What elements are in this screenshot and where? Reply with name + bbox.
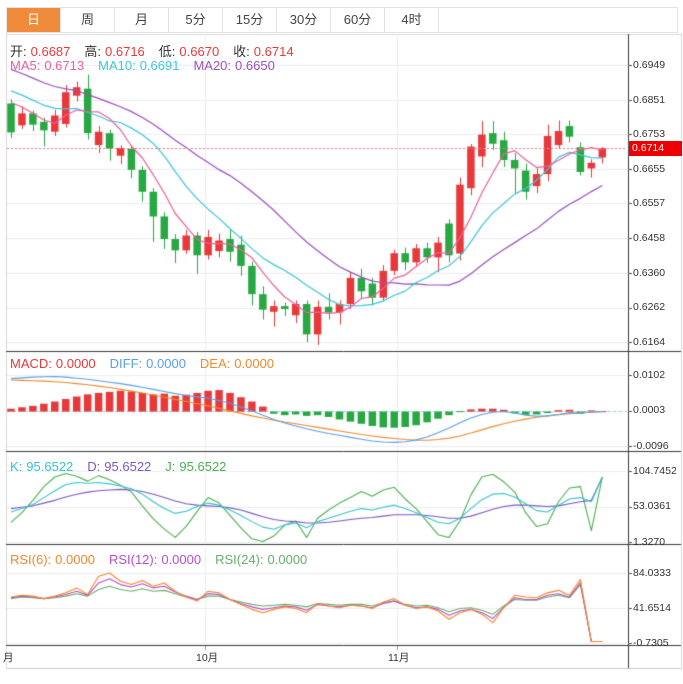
macd-label: MACD: [10,356,52,371]
low-label: 低: [158,44,176,59]
x-axis-label-nov: 11月 [388,652,410,664]
rsi-axis-tick: -0.7305 [633,637,669,649]
rsi12-label: RSI(12): [108,552,158,567]
high-value: 0.6716 [105,44,145,59]
tab-month[interactable]: 月 [115,8,169,32]
kdj-axis-tick: 53.0361 [633,500,671,512]
rsi6-value: 0.0000 [55,552,95,567]
candlestick-chart-canvas[interactable] [0,0,683,684]
tab-4hour[interactable]: 4时 [385,8,439,32]
macd-value: 0.0000 [55,356,96,371]
tab-30min[interactable]: 30分 [277,8,331,32]
price-axis-tick: 0.6164 [633,336,666,348]
close-value: 0.6714 [253,44,294,59]
current-price-tag: 0.6714 [629,141,682,156]
diff-label: DIFF: [109,356,143,371]
ma5-label: MA5: [10,58,41,73]
rsi12-value: 0.0000 [161,552,202,567]
open-label: 开: [10,44,27,59]
open-value: 0.6687 [30,44,71,59]
rsi24-label: RSI(24): [215,552,264,567]
kdj-axis-tick: 104.7452 [633,465,677,477]
tab-60min[interactable]: 60分 [331,8,385,32]
tab-5min[interactable]: 5分 [169,8,223,32]
ma-readout: MA5: 0.6713 MA10: 0.6691 MA20: 0.6650 [10,58,279,73]
price-axis-tick: 0.6851 [633,94,666,106]
rsi6-label: RSI(6): [10,552,52,567]
price-axis-tick: 0.6458 [633,232,666,244]
period-tabbar: 日 周 月 5分 15分 30分 60分 4时 [6,7,678,33]
ma5-value: 0.6713 [44,58,85,73]
dea-label: DEA: [199,356,231,371]
rsi-axis-tick: 84.0333 [633,567,671,579]
price-axis-tick: 0.6655 [633,163,666,175]
rsi-readout: RSI(6): 0.0000 RSI(12): 0.0000 RSI(24): 0.000… [10,552,311,567]
price-axis-tick: 0.6262 [633,301,666,313]
macd-readout: MACD: 0.0000 DIFF: 0.0000 DEA: 0.0000 [10,356,278,371]
tab-week[interactable]: 周 [61,8,115,32]
diff-value: 0.0000 [146,356,186,371]
price-axis-tick: 0.6360 [633,267,666,279]
d-value: 95.6522 [104,459,152,474]
price-axis-tick: 0.6753 [633,128,666,140]
k-label: K: [10,459,23,474]
ma20-value: 0.6650 [235,58,275,73]
ma10-label: MA10: [98,58,136,73]
ma10-value: 0.6691 [139,58,180,73]
low-value: 0.6670 [179,44,220,59]
tabbar-filler [439,8,677,32]
kdj-readout: K: 95.6522 D: 95.6522 J: 95.6522 [10,459,230,474]
tab-15min[interactable]: 15分 [223,8,277,32]
macd-axis-tick: 0.0102 [633,369,666,381]
d-label: D: [87,459,101,474]
price-axis-tick: 0.6557 [633,197,666,209]
kdj-axis-tick: 1.3270 [633,536,666,548]
dea-value: 0.0000 [234,356,275,371]
macd-axis-tick: -0.0096 [633,440,669,452]
stock-chart-app: 日 周 月 5分 15分 30分 60分 4时 开: 0.6687 高: 0.6716… [0,0,683,684]
high-label: 高: [84,44,102,59]
macd-axis-tick: 0.0003 [633,404,666,416]
tab-day[interactable]: 日 [7,8,61,32]
price-axis-tick: 0.6949 [633,59,666,71]
close-label: 收: [233,44,250,59]
ma20-label: MA20: [193,58,232,73]
k-value: 95.6522 [26,459,74,474]
j-value: 95.6522 [179,459,227,474]
x-axis-label-sep: 月 [3,652,14,664]
rsi24-value: 0.0000 [267,552,308,567]
x-axis-label-oct: 10月 [196,652,219,664]
j-label: J: [165,459,176,474]
rsi-axis-tick: 41.6514 [633,602,671,614]
